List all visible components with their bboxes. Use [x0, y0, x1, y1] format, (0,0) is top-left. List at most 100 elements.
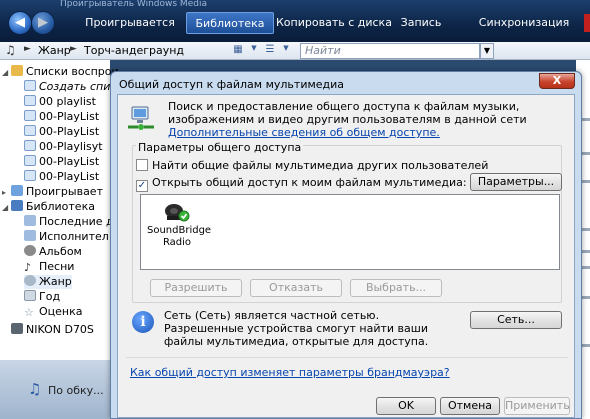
apply-button[interactable]: Применить	[504, 397, 570, 415]
collapse-icon[interactable]: ◢	[2, 201, 11, 215]
library-tree: ◢ Списки воспрои Создать спи 00 playlist …	[0, 60, 119, 360]
media-sharing-dialog: Общий доступ к файлам мультимедиа X Поис…	[110, 71, 582, 419]
tree-item-label: NIKON D70S	[26, 323, 94, 336]
tree-item-label: Создать спи	[39, 80, 111, 93]
customize-button[interactable]: Выбрать...	[350, 279, 442, 297]
tree-item-playlist[interactable]: 00-PlayList	[24, 125, 99, 139]
genre-icon	[24, 275, 36, 286]
more-info-link[interactable]: Дополнительные сведения об общем доступе…	[168, 126, 440, 139]
chevron-down-icon[interactable]: ▼	[278, 44, 294, 57]
search-dropdown-icon[interactable]: ▼	[480, 43, 494, 59]
tab-sync[interactable]: Синхронизация	[470, 12, 578, 34]
tree-item-playlist[interactable]: 00-PlayList	[24, 155, 99, 169]
breadcrumb-arrow-icon[interactable]: ►	[70, 44, 77, 54]
tree-item-label: 00 playlist	[39, 95, 96, 108]
tree-item-label: Библиотека	[26, 200, 95, 213]
settings-button[interactable]: Параметры...	[470, 173, 562, 191]
device-label: SoundBridge Radio	[147, 225, 212, 248]
close-button[interactable]: X	[539, 73, 575, 89]
cancel-button[interactable]: Отмена	[440, 397, 500, 415]
tree-item-create-playlist[interactable]: Создать спи	[24, 80, 110, 94]
network-button[interactable]: Сеть...	[470, 311, 562, 329]
find-shared-row[interactable]: Найти общие файлы мультимедиа других пол…	[136, 159, 488, 172]
playlist-icon	[24, 155, 36, 166]
playlist-icon	[24, 140, 36, 151]
playlist-icon	[24, 125, 36, 136]
breadcrumb-genre[interactable]: Жанр	[38, 44, 71, 57]
allow-button[interactable]: Разрешить	[150, 279, 242, 297]
now-playing-panel: ♫ По обку...	[0, 360, 110, 419]
tree-item-playlist[interactable]: 00-Playlisyt	[24, 140, 103, 154]
wmp-toolbar: Проигрыватель Windows Media ◀ ▶ Проигрыв…	[0, 0, 590, 42]
share-mine-checkbox[interactable]: ✓	[136, 180, 148, 192]
star-icon: ☆	[24, 306, 34, 319]
media-device-icon	[165, 204, 190, 222]
tree-item-rating[interactable]: ☆ Оценка	[24, 305, 83, 319]
tree-item-label: 00-PlayList	[39, 155, 100, 168]
address-bar: ♫ ► Жанр ► Торч-андеграунд ▦ ▼ ☰ ▼ Найти…	[0, 42, 590, 60]
tree-item-label: Оценка	[39, 305, 83, 318]
breadcrumb-arrow-icon[interactable]: ►	[24, 44, 31, 54]
tab-rip[interactable]: Копировать с диска	[276, 12, 392, 34]
now-playing-label: По обку...	[48, 384, 104, 397]
info-icon: i	[132, 311, 154, 333]
tree-item-label: 00-PlayList	[39, 110, 100, 123]
tree-item-now-playing[interactable]: ▸ Проигрывает	[2, 185, 103, 199]
playlist-icon	[24, 170, 36, 181]
forward-button[interactable]: ▶	[31, 11, 55, 35]
tree-item-label: Проигрывает	[26, 185, 103, 198]
tree-item-nikon[interactable]: NIKON D70S	[2, 323, 94, 337]
playlist-icon	[24, 80, 36, 91]
tree-item-recent[interactable]: Последние д	[24, 215, 114, 229]
deny-button[interactable]: Отказать	[250, 279, 342, 297]
tree-item-year[interactable]: Год	[24, 290, 60, 304]
layout-options-icon[interactable]: ☰	[262, 44, 278, 57]
ok-button[interactable]: OK	[376, 397, 436, 415]
tree-item-genre[interactable]: Жанр	[24, 275, 72, 289]
search-input[interactable]: Найти	[300, 43, 480, 59]
back-button[interactable]: ◀	[8, 11, 32, 35]
tree-item-playlist[interactable]: 00 playlist	[24, 95, 96, 109]
songs-icon: ♪	[24, 261, 32, 274]
network-info-text: Сеть (Сеть) является частной сетью. Разр…	[164, 309, 429, 348]
tree-item-label: Исполнител	[39, 230, 109, 243]
sharing-settings-label: Параметры общего доступа	[136, 141, 304, 154]
tree-item-playlists[interactable]: ◢ Списки воспрои	[2, 65, 119, 79]
tab-now-playing[interactable]: Проигрывается	[80, 12, 180, 34]
share-mine-label: Открыть общий доступ к моим файлам мульт…	[152, 176, 467, 189]
tab-burn[interactable]: Запись	[396, 12, 446, 34]
tree-item-songs[interactable]: ♪ Песни	[24, 260, 74, 274]
playlist-icon	[24, 95, 36, 106]
share-mine-row[interactable]: ✓ Открыть общий доступ к моим файлам муль…	[136, 176, 467, 192]
tree-item-library[interactable]: ◢ Библиотека	[2, 200, 95, 214]
tree-item-playlist[interactable]: 00-PlayList	[24, 110, 99, 124]
expand-icon[interactable]: ▸	[2, 186, 11, 200]
device-soundbridge[interactable]: SoundBridge Radio	[147, 201, 211, 249]
playlist-icon	[24, 110, 36, 121]
tree-item-playlist[interactable]: 00-PlayList	[24, 170, 99, 184]
checkmark-icon: ✓	[137, 180, 147, 191]
wmp-window-title: Проигрыватель Windows Media	[60, 0, 207, 8]
tree-item-album[interactable]: Альбом	[24, 245, 82, 259]
music-note-icon: ♫	[28, 380, 42, 398]
breadcrumb-torch[interactable]: Торч-андеграунд	[84, 44, 184, 57]
tree-item-artist[interactable]: Исполнител	[24, 230, 109, 244]
year-icon	[24, 290, 36, 301]
firewall-link[interactable]: Как общий доступ изменяет параметры бран…	[130, 366, 450, 379]
close-icon: X	[552, 74, 562, 87]
find-shared-label: Найти общие файлы мультимедиа других пол…	[152, 159, 489, 172]
dialog-body: Поиск и предоставление общего доступа к …	[117, 94, 575, 418]
chevron-down-icon[interactable]: ▼	[246, 44, 262, 57]
tab-library[interactable]: Библиотека	[186, 12, 274, 34]
window-close-fragment[interactable]	[584, 14, 590, 32]
music-note-icon: ♫	[5, 43, 16, 57]
album-icon	[24, 245, 36, 256]
device-list[interactable]: SoundBridge Radio	[140, 194, 560, 270]
network-share-icon	[128, 106, 154, 130]
back-arrow-icon: ◀	[15, 15, 25, 30]
view-options-icon[interactable]: ▦	[230, 44, 246, 57]
collapse-icon[interactable]: ◢	[2, 66, 11, 80]
find-shared-checkbox[interactable]	[136, 159, 148, 171]
tree-item-label: Жанр	[39, 275, 72, 288]
camera-icon	[11, 323, 23, 334]
